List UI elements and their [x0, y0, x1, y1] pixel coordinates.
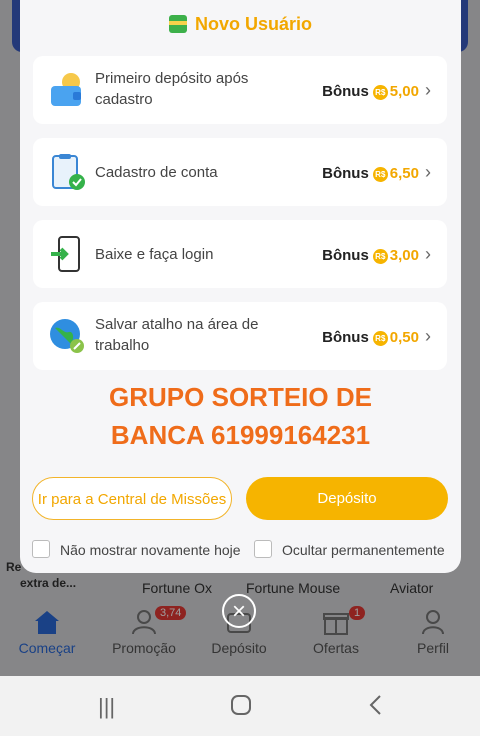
recent-apps-icon[interactable]: |||: [98, 694, 115, 720]
bonus-label: Bônus: [322, 83, 369, 100]
dont-show-today-checkbox[interactable]: [32, 540, 50, 558]
chevron-right-icon: ›: [425, 326, 431, 346]
bonus-value: 5,00: [389, 83, 419, 100]
bonus-label: Bônus: [322, 247, 369, 264]
chevron-right-icon: ›: [425, 244, 431, 264]
phone-login-icon: [51, 236, 80, 272]
bonus-amount: Bônus R$ 5,00 ›: [322, 80, 431, 101]
hide-permanently-checkbox[interactable]: [254, 540, 272, 558]
bonus-item-download-login[interactable]: Baixe e faça login Bônus R$ 3,00 ›: [33, 220, 447, 288]
bonus-item-label: Salvar atalho na área de trabalho: [95, 316, 259, 354]
bonus-item-first-deposit[interactable]: Primeiro depósito após cadastro Bônus R$ 5…: [33, 56, 447, 124]
dont-show-today-label: Não mostrar novamente hoje: [60, 542, 241, 558]
back-icon[interactable]: [368, 694, 384, 722]
deposit-button[interactable]: Depósito: [246, 477, 448, 520]
gift-icon: [168, 15, 187, 33]
bonus-label: Bônus: [322, 165, 369, 182]
bonus-label: Bônus: [322, 329, 369, 346]
bonus-item-label: Cadastro de conta: [95, 164, 218, 181]
bonus-amount: Bônus R$ 3,00 ›: [322, 244, 431, 265]
modal-title-text: Novo Usuário: [194, 14, 313, 34]
clipboard-check-icon: [52, 154, 85, 190]
coin-icon: R$: [372, 331, 388, 346]
promo-line-1: GRUPO SORTEIO DE: [109, 382, 372, 412]
promo-text: GRUPO SORTEIO DE BANCA 61999164231: [20, 378, 461, 454]
close-icon[interactable]: ×: [222, 594, 256, 628]
chevron-right-icon: ›: [425, 162, 431, 182]
coin-icon: R$: [372, 85, 388, 100]
bonus-value: 3,00: [389, 247, 419, 264]
bonus-item-label: Primeiro depósito após cadastro: [95, 70, 249, 108]
chevron-right-icon: ›: [425, 80, 431, 100]
bonus-value: 0,50: [389, 329, 419, 346]
wallet-icon: [51, 73, 81, 106]
dont-show-today-option[interactable]: Não mostrar novamente hoje: [32, 540, 241, 558]
new-user-modal: Novo Usuário Primeiro depósito após cada…: [20, 0, 461, 573]
bonus-amount: Bônus R$ 0,50 ›: [322, 326, 431, 347]
bonus-item-save-shortcut[interactable]: Salvar atalho na área de trabalho Bônus R…: [33, 302, 447, 370]
missions-center-button[interactable]: Ir para a Central de Missões: [32, 477, 232, 520]
bonus-value: 6,50: [389, 165, 419, 182]
promo-line-2: BANCA 61999164231: [110, 420, 371, 450]
modal-title: Novo Usuário: [20, 14, 461, 35]
home-button-icon[interactable]: [230, 694, 252, 722]
bonus-amount: Bônus R$ 6,50 ›: [322, 162, 431, 183]
hide-permanently-option[interactable]: Ocultar permanentemente: [254, 540, 445, 558]
globe-link-icon: [50, 319, 84, 353]
coin-icon: R$: [372, 167, 388, 182]
bonus-item-label: Baixe e faça login: [95, 246, 214, 263]
hide-permanently-label: Ocultar permanentemente: [282, 542, 445, 558]
coin-icon: R$: [372, 249, 388, 264]
bonus-item-account-signup[interactable]: Cadastro de conta Bônus R$ 6,50 ›: [33, 138, 447, 206]
system-navigation-bar: |||: [0, 676, 480, 736]
